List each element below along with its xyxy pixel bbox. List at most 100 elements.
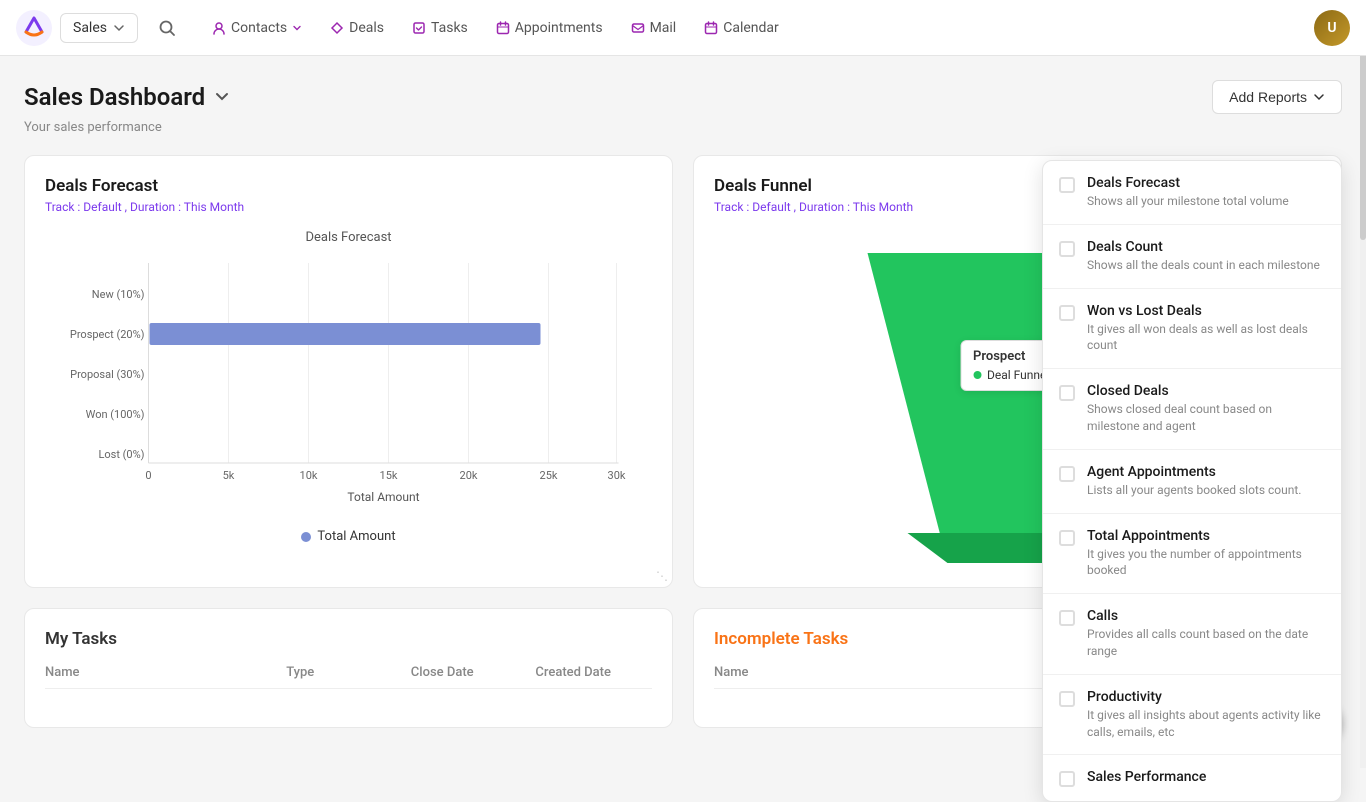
nav-calendar-label: Calendar <box>723 20 779 36</box>
panel-item-title-1: Deals Count <box>1087 239 1320 255</box>
panel-item-desc-3: Shows closed deal count based on milesto… <box>1087 401 1325 435</box>
my-tasks-card: My Tasks Name Type Close Date Created Da… <box>24 608 673 728</box>
nav-appointments-label: Appointments <box>515 20 603 36</box>
panel-item-desc-5: It gives you the number of appointments … <box>1087 546 1325 580</box>
report-panel-item[interactable]: Won vs Lost Deals It gives all won deals… <box>1043 289 1341 370</box>
nav-tasks-label: Tasks <box>431 20 468 36</box>
panel-checkbox-6[interactable] <box>1059 610 1075 626</box>
user-avatar[interactable]: U <box>1314 10 1350 46</box>
contacts-icon <box>212 21 226 35</box>
deals-forecast-card: Deals Forecast Track : Default , Duratio… <box>24 155 673 588</box>
panel-item-desc-1: Shows all the deals count in each milest… <box>1087 257 1320 274</box>
panel-item-title-8: Sales Performance <box>1087 769 1206 785</box>
panel-item-desc-7: It gives all insights about agents activ… <box>1087 707 1325 741</box>
panel-item-title-4: Agent Appointments <box>1087 464 1301 480</box>
page-title: Sales Dashboard <box>24 83 205 111</box>
svg-text:0: 0 <box>145 469 151 482</box>
svg-text:Won (100%): Won (100%) <box>86 408 145 421</box>
panel-checkbox-5[interactable] <box>1059 530 1075 546</box>
svg-text:Lost (0%): Lost (0%) <box>98 448 144 461</box>
report-panel-item[interactable]: Closed Deals Shows closed deal count bas… <box>1043 369 1341 450</box>
panel-checkbox-8[interactable] <box>1059 771 1075 787</box>
report-panel-item[interactable]: Sales Performance <box>1043 755 1341 801</box>
panel-checkbox-2[interactable] <box>1059 305 1075 321</box>
nav-deals[interactable]: Deals <box>318 12 396 44</box>
nav-links: Contacts Deals Tasks Appointments Mail C… <box>200 12 1306 44</box>
panel-checkbox-7[interactable] <box>1059 691 1075 707</box>
search-icon <box>158 19 176 37</box>
panel-item-desc-6: Provides all calls count based on the da… <box>1087 626 1325 660</box>
nav-deals-label: Deals <box>349 20 384 36</box>
my-tasks-header: Name Type Close Date Created Date <box>45 665 652 689</box>
report-panel-item[interactable]: Agent Appointments Lists all your agents… <box>1043 450 1341 514</box>
sales-dropdown-label: Sales <box>73 20 107 36</box>
nav-tasks[interactable]: Tasks <box>400 12 480 44</box>
panel-item-title-7: Productivity <box>1087 689 1325 705</box>
contacts-chevron-icon <box>292 23 302 33</box>
nav-contacts-label: Contacts <box>231 20 287 36</box>
svg-text:5k: 5k <box>223 469 235 482</box>
page-title-chevron-icon[interactable] <box>213 88 231 106</box>
mail-icon <box>631 21 645 35</box>
add-reports-chevron-icon <box>1313 91 1325 103</box>
legend-label: Total Amount <box>317 529 395 544</box>
my-tasks-col-created: Created Date <box>535 665 652 680</box>
panel-item-title-3: Closed Deals <box>1087 383 1325 399</box>
my-tasks-col-name: Name <box>45 665 278 680</box>
deals-forecast-track: Track : Default , Duration : This Month <box>45 200 652 214</box>
sales-dropdown[interactable]: Sales <box>60 13 138 43</box>
panel-item-title-0: Deals Forecast <box>1087 175 1289 191</box>
panel-checkbox-4[interactable] <box>1059 466 1075 482</box>
nav-appointments[interactable]: Appointments <box>484 12 615 44</box>
report-panel-item[interactable]: Calls Provides all calls count based on … <box>1043 594 1341 675</box>
page-scrollbar[interactable] <box>1360 0 1366 768</box>
deals-forecast-title: Deals Forecast <box>45 176 652 196</box>
calendar-icon <box>704 21 718 35</box>
nav-mail-label: Mail <box>650 20 677 36</box>
svg-text:Total Amount: Total Amount <box>347 490 419 504</box>
page-scrollbar-thumb <box>1360 40 1366 240</box>
svg-text:15k: 15k <box>380 469 398 482</box>
top-navigation: Sales Contacts Deals Tasks Appointments … <box>0 0 1366 56</box>
svg-text:Prospect (20%): Prospect (20%) <box>70 328 145 341</box>
svg-text:20k: 20k <box>460 469 478 482</box>
panel-item-desc-2: It gives all won deals as well as lost d… <box>1087 321 1325 355</box>
report-panel-item[interactable]: Productivity It gives all insights about… <box>1043 675 1341 756</box>
panel-item-desc-0: Shows all your milestone total volume <box>1087 193 1289 210</box>
resize-handle[interactable]: ⋱ <box>656 569 668 583</box>
add-reports-button[interactable]: Add Reports <box>1212 80 1342 114</box>
report-panel-item[interactable]: Total Appointments It gives you the numb… <box>1043 514 1341 595</box>
deals-icon <box>330 21 344 35</box>
my-tasks-title: My Tasks <box>45 629 652 649</box>
panel-item-title-6: Calls <box>1087 608 1325 624</box>
page-header: Sales Dashboard Add Reports <box>24 80 1342 114</box>
chevron-down-icon <box>113 22 125 34</box>
app-logo <box>16 10 52 46</box>
nav-contacts[interactable]: Contacts <box>200 12 314 44</box>
search-button[interactable] <box>150 11 184 45</box>
report-panel-item[interactable]: Deals Count Shows all the deals count in… <box>1043 225 1341 289</box>
svg-text:New (10%): New (10%) <box>92 288 145 301</box>
deals-forecast-chart: Deals Forecast New (10%) Pr <box>45 230 652 530</box>
legend-dot <box>301 532 311 542</box>
forecast-bar-chart: New (10%) Prospect (20%) Proposal (30%) … <box>45 253 652 513</box>
tasks-icon <box>412 21 426 35</box>
panel-checkbox-1[interactable] <box>1059 241 1075 257</box>
nav-calendar[interactable]: Calendar <box>692 12 791 44</box>
chart-legend: Total Amount <box>45 529 652 544</box>
nav-mail[interactable]: Mail <box>619 12 689 44</box>
panel-item-title-2: Won vs Lost Deals <box>1087 303 1325 319</box>
reports-panel: Deals Forecast Shows all your milestone … <box>1042 160 1342 802</box>
my-tasks-col-type: Type <box>286 665 403 680</box>
panel-item-desc-4: Lists all your agents booked slots count… <box>1087 482 1301 499</box>
svg-text:Proposal (30%): Proposal (30%) <box>70 368 145 381</box>
page-title-row: Sales Dashboard <box>24 83 231 111</box>
chart-title: Deals Forecast <box>45 230 652 245</box>
svg-text:30k: 30k <box>608 469 626 482</box>
appointments-icon <box>496 21 510 35</box>
panel-checkbox-3[interactable] <box>1059 385 1075 401</box>
report-panel-item[interactable]: Deals Forecast Shows all your milestone … <box>1043 161 1341 225</box>
panel-item-title-5: Total Appointments <box>1087 528 1325 544</box>
panel-checkbox-0[interactable] <box>1059 177 1075 193</box>
svg-text:10k: 10k <box>300 469 318 482</box>
